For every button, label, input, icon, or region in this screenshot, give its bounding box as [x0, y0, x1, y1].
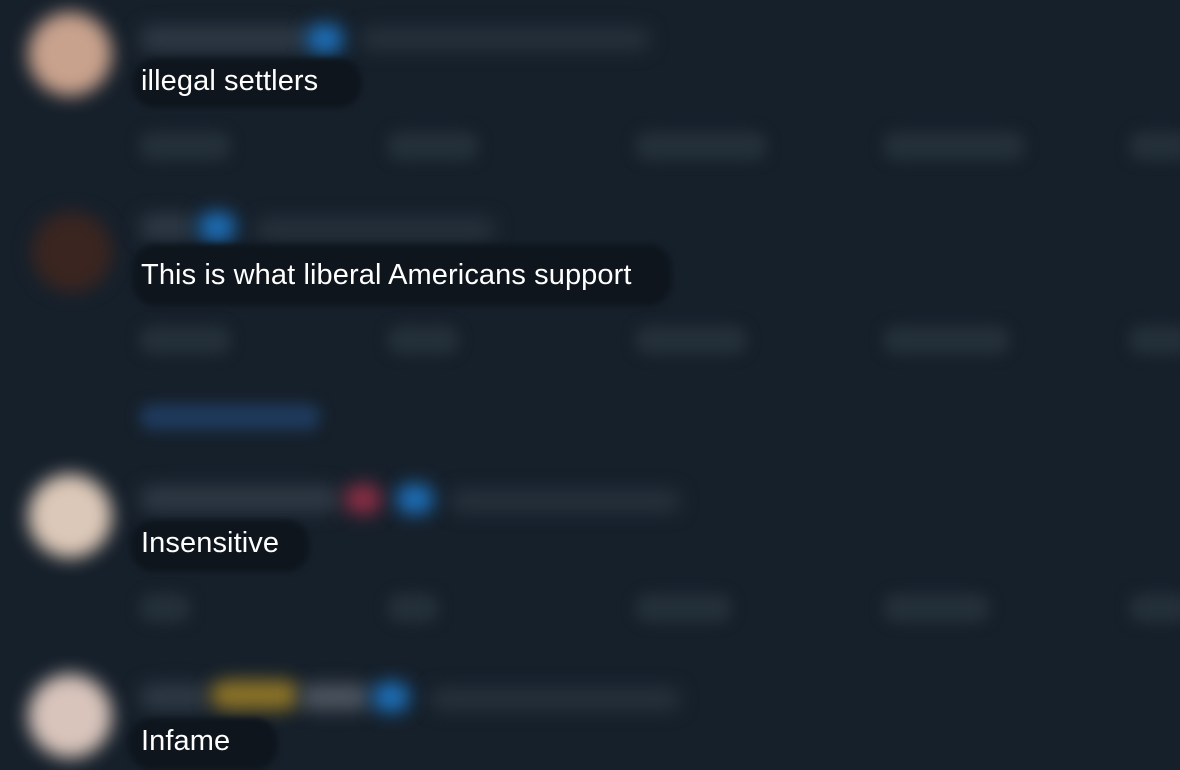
author-handle — [360, 28, 650, 50]
show-replies-link[interactable] — [140, 404, 320, 430]
like-icon[interactable] — [636, 326, 746, 354]
avatar[interactable] — [28, 12, 112, 96]
flag-badge-icon — [344, 484, 382, 514]
verified-badge-icon — [306, 24, 344, 54]
views-icon[interactable] — [884, 326, 1009, 354]
verified-badge-icon — [372, 682, 410, 712]
author-handle — [450, 490, 680, 512]
reply-text: This is what liberal Americans support — [141, 259, 632, 291]
reply-text: illegal settlers — [141, 65, 319, 97]
views-icon[interactable] — [884, 132, 1024, 160]
verified-badge-icon — [198, 212, 236, 242]
verified-badge-icon — [396, 484, 434, 514]
share-icon[interactable] — [1130, 594, 1180, 622]
author-handle — [255, 218, 495, 240]
avatar[interactable] — [32, 212, 112, 292]
author-name-suffix — [300, 684, 370, 710]
author-name[interactable] — [140, 486, 340, 512]
like-icon[interactable] — [636, 132, 766, 160]
share-icon[interactable] — [1130, 132, 1180, 160]
share-icon[interactable] — [1130, 326, 1180, 354]
avatar[interactable] — [28, 674, 112, 758]
reply-icon[interactable] — [140, 594, 190, 622]
views-icon[interactable] — [884, 594, 989, 622]
like-icon[interactable] — [636, 594, 731, 622]
flag-badge-icon — [210, 680, 300, 710]
repost-icon[interactable] — [388, 326, 458, 354]
reply-icon[interactable] — [140, 326, 230, 354]
author-name[interactable] — [140, 684, 210, 710]
author-name[interactable] — [140, 214, 195, 240]
repost-icon[interactable] — [388, 132, 478, 160]
reply-icon[interactable] — [140, 132, 230, 160]
avatar[interactable] — [28, 474, 112, 558]
reply-text: Infame — [141, 725, 231, 757]
reply-feed: illegal settlers This is what liberal Am… — [0, 0, 1180, 770]
reply-text: Insensitive — [141, 527, 280, 559]
author-handle — [430, 688, 680, 710]
author-name[interactable] — [140, 26, 310, 52]
repost-icon[interactable] — [388, 594, 438, 622]
